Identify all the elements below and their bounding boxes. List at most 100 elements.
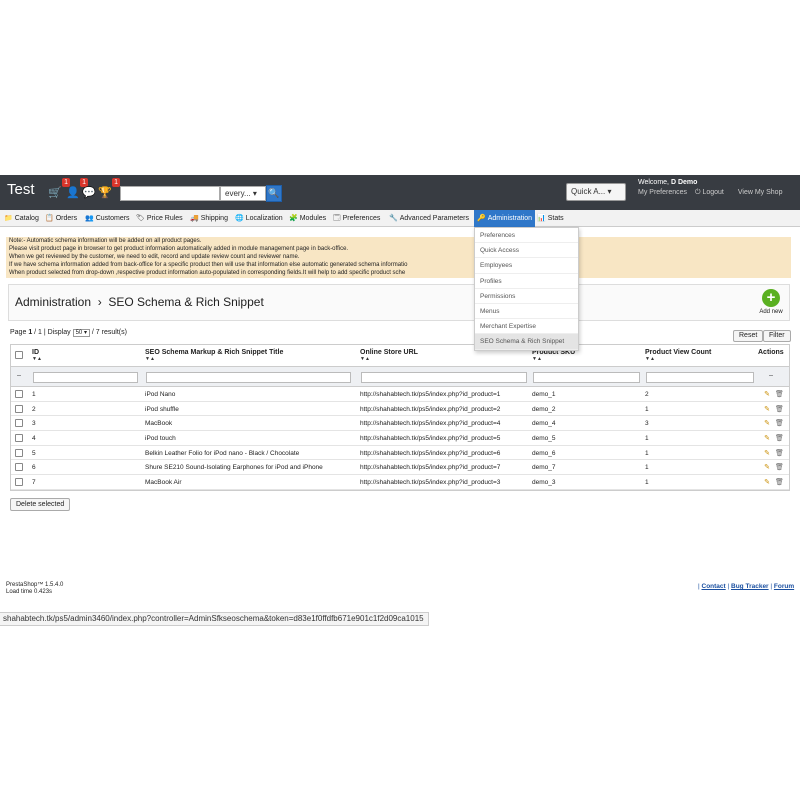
cell-sku: demo_4 bbox=[532, 420, 556, 428]
search-button[interactable]: 🔍 bbox=[266, 185, 282, 202]
tab-administration[interactable]: 🔑 Administration bbox=[474, 210, 536, 227]
delete-icon[interactable]: 🗑 bbox=[775, 434, 784, 443]
filter-sku-input[interactable] bbox=[533, 372, 640, 383]
bug-tracker-link[interactable]: Bug Tracker bbox=[731, 583, 769, 590]
trophy-icon[interactable]: 🏆 1 bbox=[98, 178, 120, 200]
cell-sku: demo_6 bbox=[532, 449, 556, 457]
tab-customers[interactable]: 👥 Customers bbox=[85, 210, 130, 227]
menu-item-seo-schema[interactable]: SEO Schema & Rich Snippet bbox=[475, 334, 578, 350]
menu-item-profiles[interactable]: Profiles bbox=[475, 274, 578, 289]
tab-orders-label: Orders bbox=[55, 215, 78, 222]
col-title[interactable]: SEO Schema Markup & Rich Snippet Title ▼▲ bbox=[145, 349, 283, 362]
filter-button[interactable]: Filter bbox=[763, 330, 791, 342]
edit-icon[interactable]: ✎ bbox=[763, 449, 771, 458]
row-checkbox[interactable] bbox=[15, 419, 23, 428]
breadcrumb: Administration › SEO Schema & Rich Snipp… bbox=[15, 295, 264, 309]
tab-shipping[interactable]: 🚚 Shipping bbox=[190, 210, 228, 227]
search-input[interactable] bbox=[120, 186, 220, 201]
tab-stats[interactable]: 📊 Stats bbox=[537, 210, 564, 227]
tab-preferences[interactable]: 🗔 Preferences bbox=[333, 210, 380, 227]
row-checkbox[interactable] bbox=[15, 448, 23, 457]
table-row[interactable]: 4 iPod touch http://shahabtech.tk/ps5/in… bbox=[11, 431, 789, 446]
filter-actions-placeholder: -- bbox=[769, 373, 773, 379]
reset-button[interactable]: Reset bbox=[733, 330, 764, 342]
delete-icon[interactable]: 🗑 bbox=[775, 405, 784, 414]
menu-item-merchant-expertise[interactable]: Merchant Expertise bbox=[475, 319, 578, 335]
filter-view-count-input[interactable] bbox=[646, 372, 754, 383]
filter-id-input[interactable] bbox=[33, 372, 138, 383]
filter-url-input[interactable] bbox=[361, 372, 527, 383]
table-row[interactable]: 1 iPod Nano http://shahabtech.tk/ps5/ind… bbox=[11, 387, 789, 402]
status-bar-url: shahabtech.tk/ps5/admin3460/index.php?co… bbox=[0, 612, 429, 626]
tab-orders[interactable]: 📋 Orders bbox=[45, 210, 77, 227]
tab-catalog[interactable]: 📁 Catalog bbox=[4, 210, 39, 227]
delete-icon[interactable]: 🗑 bbox=[775, 463, 784, 472]
col-view-count[interactable]: Product View Count ▼▲ bbox=[645, 349, 711, 362]
menu-item-employees[interactable]: Employees bbox=[475, 258, 578, 274]
tab-modules-label: Modules bbox=[299, 215, 327, 222]
edit-icon[interactable]: ✎ bbox=[763, 390, 771, 399]
menu-item-menus[interactable]: Menus bbox=[475, 304, 578, 320]
row-checkbox[interactable] bbox=[15, 463, 23, 472]
version-text: PrestaShop™ 1.5.4.0 bbox=[6, 582, 64, 588]
filter-title-input[interactable] bbox=[146, 372, 351, 383]
forum-link[interactable]: Forum bbox=[774, 583, 794, 590]
sort-arrows-icon[interactable]: ▼▲ bbox=[360, 356, 418, 362]
table-row[interactable]: 7 MacBook Air http://shahabtech.tk/ps5/i… bbox=[11, 475, 789, 490]
delete-icon[interactable]: 🗑 bbox=[775, 390, 784, 399]
logout-link[interactable]: ⏻ Logout bbox=[695, 189, 730, 196]
filter-row: -- -- bbox=[11, 367, 789, 387]
table-row[interactable]: 5 Belkin Leather Folio for iPod nano - B… bbox=[11, 445, 789, 461]
my-preferences-link[interactable]: My Preferences bbox=[638, 189, 687, 196]
menu-item-quick-access[interactable]: Quick Access bbox=[475, 243, 578, 259]
display-label: | Display bbox=[43, 329, 71, 336]
row-checkbox[interactable] bbox=[15, 478, 23, 487]
edit-icon[interactable]: ✎ bbox=[763, 405, 771, 414]
shop-name[interactable]: Test bbox=[7, 181, 35, 198]
view-shop-link[interactable]: View My Shop bbox=[738, 189, 783, 196]
quick-access-select[interactable]: Quick A... ▾ bbox=[566, 183, 626, 201]
delete-icon[interactable]: 🗑 bbox=[775, 478, 784, 487]
menu-item-preferences[interactable]: Preferences bbox=[475, 228, 578, 244]
sort-arrows-icon[interactable]: ▼▲ bbox=[645, 356, 711, 362]
col-id[interactable]: ID ▼▲ bbox=[32, 349, 42, 362]
col-url[interactable]: Online Store URL ▼▲ bbox=[360, 349, 418, 362]
row-checkbox[interactable] bbox=[15, 434, 23, 443]
edit-icon[interactable]: ✎ bbox=[763, 419, 771, 428]
add-new-button[interactable]: + Add new bbox=[757, 289, 785, 315]
table-row[interactable]: 3 MacBook http://shahabtech.tk/ps5/index… bbox=[11, 416, 789, 432]
sort-arrows-icon[interactable]: ▼▲ bbox=[532, 356, 575, 362]
table-row[interactable]: 6 Shure SE210 Sound-Isolating Earphones … bbox=[11, 460, 789, 476]
cell-url: http://shahabtech.tk/ps5/index.php?id_pr… bbox=[360, 405, 501, 413]
per-page-select[interactable]: 50 ▾ bbox=[72, 329, 90, 337]
delete-icon[interactable]: 🗑 bbox=[775, 449, 784, 458]
delete-icon[interactable]: 🗑 bbox=[775, 419, 784, 428]
breadcrumb-parent[interactable]: Administration bbox=[15, 295, 91, 309]
col-sku[interactable]: Product SKU ▼▲ bbox=[532, 349, 575, 362]
tab-advanced-parameters[interactable]: 🔧 Advanced Parameters bbox=[389, 210, 469, 227]
customers-icon[interactable]: 👤 1 bbox=[66, 178, 88, 200]
table-row[interactable]: 2 iPod shuffle http://shahabtech.tk/ps5/… bbox=[11, 402, 789, 417]
breadcrumb-separator: › bbox=[97, 295, 102, 309]
contact-link[interactable]: Contact bbox=[702, 583, 726, 590]
preferences-icon: 🗔 bbox=[333, 215, 341, 222]
tab-localization[interactable]: 🌐 Localization bbox=[235, 210, 283, 227]
messages-icon[interactable]: 💬 bbox=[82, 186, 98, 200]
cell-sku: demo_7 bbox=[532, 464, 556, 472]
sort-arrows-icon[interactable]: ▼▲ bbox=[32, 356, 42, 362]
row-checkbox[interactable] bbox=[15, 390, 23, 398]
cart-icon[interactable]: 🛒 1 bbox=[48, 178, 70, 200]
row-checkbox[interactable] bbox=[15, 404, 23, 413]
search-scope-select[interactable]: every... ▾ bbox=[220, 186, 266, 201]
tab-price-rules[interactable]: 🏷 Price Rules bbox=[136, 210, 183, 227]
cell-url: http://shahabtech.tk/ps5/index.php?id_pr… bbox=[360, 435, 501, 443]
edit-icon[interactable]: ✎ bbox=[763, 463, 771, 472]
tab-modules[interactable]: 🧩 Modules bbox=[289, 210, 326, 227]
menu-item-permissions[interactable]: Permissions bbox=[475, 289, 578, 304]
add-new-label: Add new bbox=[759, 309, 783, 315]
select-all-checkbox[interactable] bbox=[15, 351, 23, 359]
edit-icon[interactable]: ✎ bbox=[763, 478, 771, 487]
edit-icon[interactable]: ✎ bbox=[763, 434, 771, 443]
delete-selected-button[interactable]: Delete selected bbox=[10, 498, 71, 511]
sort-arrows-icon[interactable]: ▼▲ bbox=[145, 356, 283, 362]
